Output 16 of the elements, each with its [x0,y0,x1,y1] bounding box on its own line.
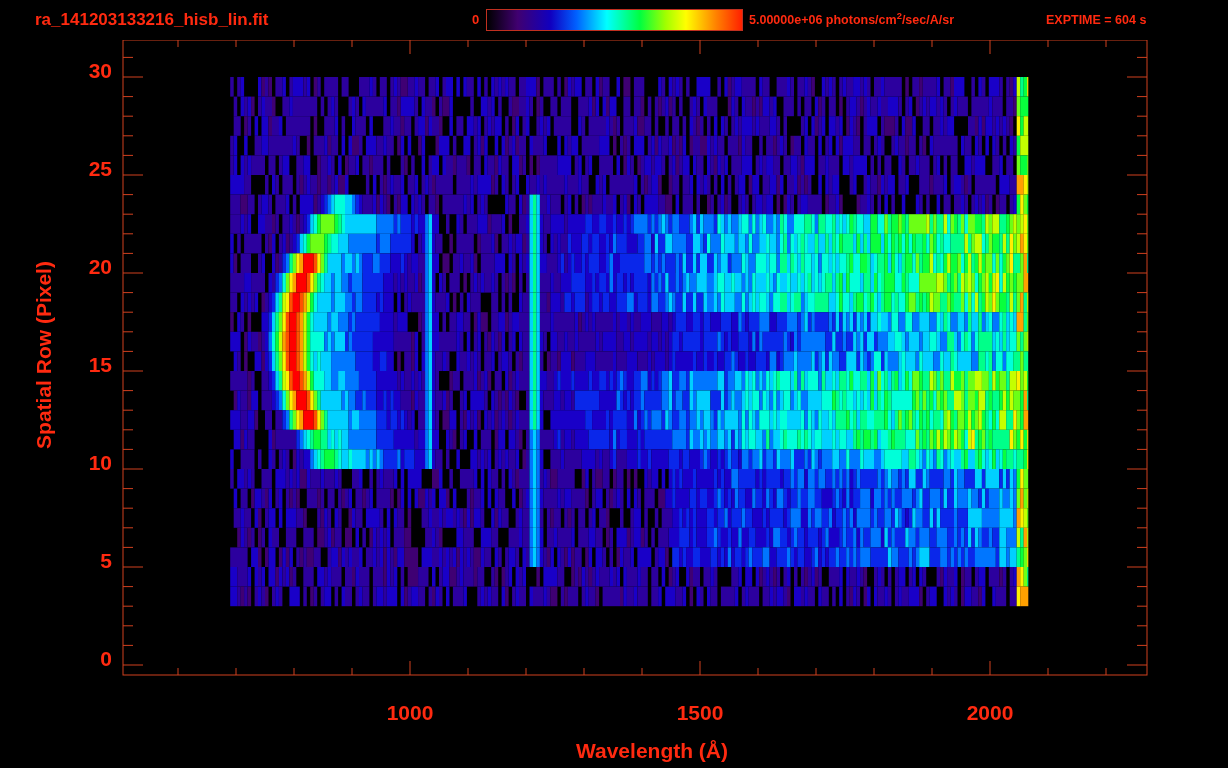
x-tick-label: 1000 [386,701,434,724]
exposure-time: EXPTIME = 604 s [1046,11,1147,29]
file-title: ra_141203133216_hisb_lin.fit [35,9,270,32]
y-tick-label: 30 [88,59,112,82]
y-axis-title: Spatial Row (Pixel) [32,261,55,449]
y-tick-label: 20 [88,255,112,278]
x-tick-label: 2000 [966,701,1014,724]
y-tick-label: 15 [88,353,112,376]
x-axis-title: Wavelength (Å) [575,739,729,762]
colorbar-max-label: 5.00000e+06 photons/cm$^{2}$/sec/A/sr [749,10,955,29]
y-tick-label: 0 [100,647,112,670]
x-tick-label: 1500 [676,701,724,724]
y-tick-label: 5 [100,549,112,572]
colorbar-min-label: 0 [472,11,481,30]
y-tick-label: 25 [88,157,112,180]
y-tick-label: 10 [88,451,112,474]
